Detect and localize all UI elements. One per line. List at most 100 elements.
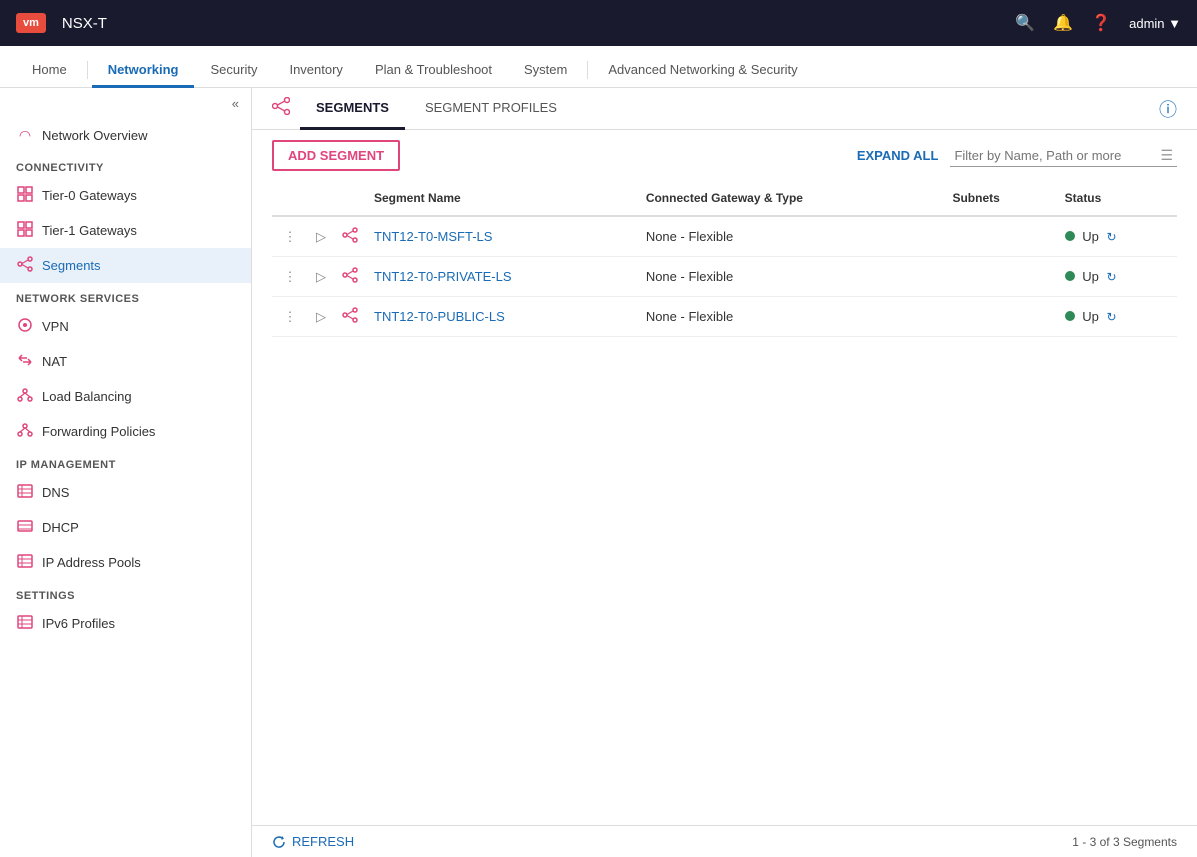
search-icon[interactable]: 🔍 <box>1015 13 1035 33</box>
col-expand <box>308 181 334 216</box>
ip-address-pools-icon <box>16 553 34 572</box>
sidebar-item-label: NAT <box>42 354 67 369</box>
table-row: ⋮ ▷ TNT12-T0-MSFT-LS None - Flexible Up <box>272 216 1177 257</box>
table-footer: REFRESH 1 - 3 of 3 Segments <box>252 825 1197 857</box>
sidebar-item-label: Segments <box>42 258 101 273</box>
sidebar-item-tier1[interactable]: Tier-1 Gateways <box>0 213 251 248</box>
bell-icon[interactable]: 🔔 <box>1053 13 1073 33</box>
col-actions <box>272 181 308 216</box>
topbar: vm NSX-T 🔍 🔔 ❓ admin ▼ <box>0 0 1197 46</box>
nat-icon <box>16 352 34 371</box>
col-status: Status <box>1057 181 1177 216</box>
segment-name-link[interactable]: TNT12-T0-PUBLIC-LS <box>374 309 505 324</box>
refresh-label: REFRESH <box>292 834 354 849</box>
row-segment-name[interactable]: TNT12-T0-MSFT-LS <box>366 216 638 257</box>
dns-icon <box>16 483 34 502</box>
table-row: ⋮ ▷ TNT12-T0-PRIVATE-LS None - Flexible … <box>272 257 1177 297</box>
sidebar-item-ipv6-profiles[interactable]: IPv6 Profiles <box>0 606 251 641</box>
help-icon[interactable]: ❓ <box>1091 13 1111 33</box>
sidebar-item-label: Network Overview <box>42 128 147 143</box>
nav-home[interactable]: Home <box>16 54 83 88</box>
row-segment-name[interactable]: TNT12-T0-PRIVATE-LS <box>366 257 638 297</box>
segments-table: Segment Name Connected Gateway & Type Su… <box>272 181 1177 337</box>
sidebar-item-segments[interactable]: Segments <box>0 248 251 283</box>
filter-input[interactable] <box>954 148 1154 163</box>
sidebar-item-network-overview[interactable]: ◠ Network Overview <box>0 119 251 152</box>
sidebar-item-label: Forwarding Policies <box>42 424 155 439</box>
col-segment-name: Segment Name <box>366 181 638 216</box>
refresh-icon <box>272 835 286 849</box>
col-subnets: Subnets <box>944 181 1056 216</box>
tier0-icon <box>16 186 34 205</box>
tabs-bar: SEGMENTS SEGMENT PROFILES ⓘ <box>252 88 1197 130</box>
main-layout: « ◠ Network Overview Connectivity Tier-0… <box>0 88 1197 857</box>
sidebar-item-label: IPv6 Profiles <box>42 616 115 631</box>
expand-all-button[interactable]: EXPAND ALL <box>857 148 939 163</box>
col-icon <box>334 181 366 216</box>
sidebar-item-vpn[interactable]: VPN <box>0 309 251 344</box>
status-dot <box>1065 271 1075 281</box>
help-icon[interactable]: ⓘ <box>1159 96 1177 122</box>
row-segment-icon <box>334 257 366 297</box>
app-logo: vm <box>16 13 46 33</box>
row-segment-name[interactable]: TNT12-T0-PUBLIC-LS <box>366 297 638 337</box>
sidebar-item-dhcp[interactable]: DHCP <box>0 510 251 545</box>
segments-tab-icon <box>272 97 290 120</box>
add-segment-button[interactable]: ADD SEGMENT <box>272 140 400 171</box>
status-dot <box>1065 231 1075 241</box>
nav-security[interactable]: Security <box>194 54 273 88</box>
sidebar-item-dns[interactable]: DNS <box>0 475 251 510</box>
sidebar-item-label: Tier-0 Gateways <box>42 188 137 203</box>
app-title: NSX-T <box>62 15 1003 32</box>
sidebar-section-connectivity: Connectivity <box>0 152 251 178</box>
nav-system[interactable]: System <box>508 54 583 88</box>
row-gateway-type: None - Flexible <box>638 216 945 257</box>
dhcp-icon <box>16 518 34 537</box>
vpn-icon <box>16 317 34 336</box>
row-expand-toggle[interactable]: ▷ <box>308 257 334 297</box>
segment-name-link[interactable]: TNT12-T0-PRIVATE-LS <box>374 269 511 284</box>
row-segment-icon <box>334 297 366 337</box>
sidebar-item-tier0[interactable]: Tier-0 Gateways <box>0 178 251 213</box>
forwarding-policies-icon <box>16 422 34 441</box>
row-actions-menu[interactable]: ⋮ <box>272 297 308 337</box>
sidebar-item-nat[interactable]: NAT <box>0 344 251 379</box>
tier1-icon <box>16 221 34 240</box>
row-actions-menu[interactable]: ⋮ <box>272 216 308 257</box>
status-label: Up <box>1082 269 1099 284</box>
main-content: SEGMENTS SEGMENT PROFILES ⓘ ADD SEGMENT … <box>252 88 1197 857</box>
sidebar-collapse-button[interactable]: « <box>0 88 251 119</box>
row-segment-icon <box>334 216 366 257</box>
nav-advanced[interactable]: Advanced Networking & Security <box>592 54 813 88</box>
row-gateway-type: None - Flexible <box>638 257 945 297</box>
tab-segment-profiles[interactable]: SEGMENT PROFILES <box>409 88 573 130</box>
segment-name-link[interactable]: TNT12-T0-MSFT-LS <box>374 229 492 244</box>
status-refresh-icon[interactable]: ↻ <box>1107 230 1117 244</box>
tab-segments[interactable]: SEGMENTS <box>300 88 405 130</box>
sidebar-item-ip-address-pools[interactable]: IP Address Pools <box>0 545 251 580</box>
status-label: Up <box>1082 309 1099 324</box>
user-menu[interactable]: admin ▼ <box>1129 16 1181 31</box>
sidebar-item-label: Load Balancing <box>42 389 132 404</box>
navbar: Home Networking Security Inventory Plan … <box>0 46 1197 88</box>
status-refresh-icon[interactable]: ↻ <box>1107 310 1117 324</box>
sidebar-item-label: DNS <box>42 485 69 500</box>
sidebar-item-label: DHCP <box>42 520 79 535</box>
col-gateway-type: Connected Gateway & Type <box>638 181 945 216</box>
sidebar-item-label: VPN <box>42 319 69 334</box>
nav-networking[interactable]: Networking <box>92 54 195 88</box>
sidebar-item-load-balancing[interactable]: Load Balancing <box>0 379 251 414</box>
nav-plan-troubleshoot[interactable]: Plan & Troubleshoot <box>359 54 508 88</box>
row-status: Up ↻ <box>1057 257 1177 297</box>
status-dot <box>1065 311 1075 321</box>
row-expand-toggle[interactable]: ▷ <box>308 216 334 257</box>
refresh-button[interactable]: REFRESH <box>272 834 354 849</box>
pagination-info: 1 - 3 of 3 Segments <box>1072 835 1177 849</box>
nav-inventory[interactable]: Inventory <box>273 54 358 88</box>
row-subnets <box>944 216 1056 257</box>
sidebar-item-forwarding-policies[interactable]: Forwarding Policies <box>0 414 251 449</box>
row-expand-toggle[interactable]: ▷ <box>308 297 334 337</box>
row-actions-menu[interactable]: ⋮ <box>272 257 308 297</box>
status-refresh-icon[interactable]: ↻ <box>1107 270 1117 284</box>
filter-options-icon[interactable]: ☰ <box>1160 147 1173 164</box>
